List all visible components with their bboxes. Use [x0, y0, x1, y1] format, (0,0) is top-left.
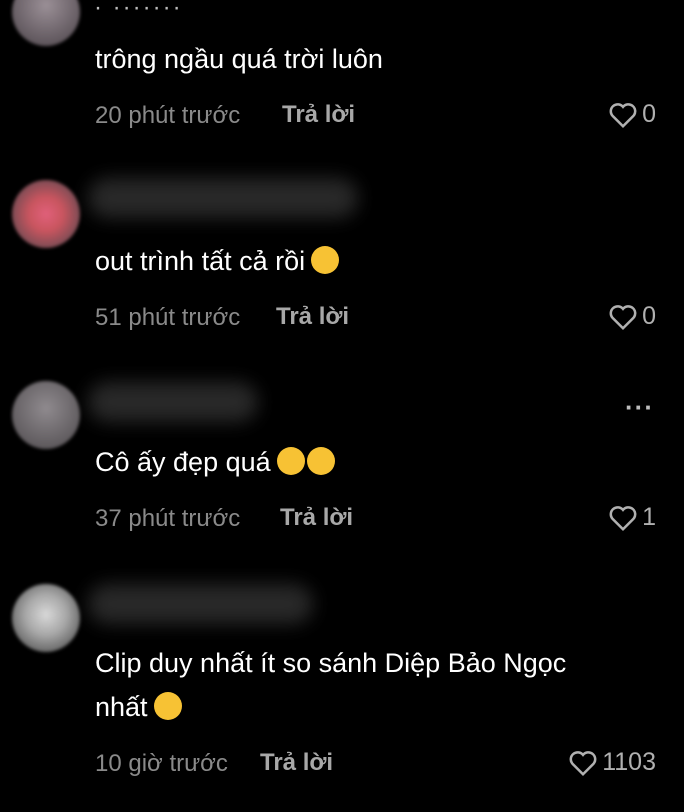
avatar[interactable]	[12, 584, 80, 652]
tears-of-joy-emoji	[153, 692, 182, 720]
like-count: 0	[642, 302, 656, 330]
like-button[interactable]: 1	[608, 503, 656, 532]
comment-text: Cô ấy đẹp quá	[95, 441, 335, 483]
heart-eyes-emoji	[276, 447, 305, 475]
reply-button[interactable]: Trả lời	[276, 303, 349, 331]
heart-icon	[569, 750, 597, 776]
comment-time: 20 phút trước	[95, 102, 241, 129]
like-count: 1	[642, 503, 656, 531]
heart-icon	[609, 304, 637, 330]
like-button[interactable]: 0	[608, 302, 656, 331]
avatar[interactable]	[12, 180, 80, 248]
username[interactable]: · ·······	[94, 0, 183, 22]
grinning-sweat-emoji	[311, 246, 340, 274]
like-count: 1103	[602, 748, 656, 776]
more-options-icon[interactable]: ···	[625, 392, 654, 423]
heart-icon	[609, 505, 637, 531]
comment-text: nhất	[95, 686, 182, 728]
comment-time: 10 giờ trước	[95, 750, 228, 777]
reply-button[interactable]: Trả lời	[260, 749, 333, 777]
reply-button[interactable]: Trả lời	[280, 504, 353, 532]
avatar[interactable]	[12, 0, 80, 46]
username-blurred[interactable]	[88, 382, 258, 422]
like-count: 0	[642, 100, 656, 128]
like-button[interactable]: 1103	[568, 748, 656, 777]
comment-text: out trình tất cả rồi	[95, 240, 340, 282]
heart-icon	[609, 102, 637, 128]
heart-eyes-emoji	[306, 447, 335, 475]
avatar[interactable]	[12, 381, 80, 449]
username-blurred[interactable]	[88, 178, 358, 218]
username-blurred[interactable]	[88, 584, 313, 624]
comment-text: Clip duy nhất ít so sánh Diệp Bảo Ngọc	[95, 648, 567, 678]
comment-time: 37 phút trước	[95, 505, 241, 532]
comment-time: 51 phút trước	[95, 304, 241, 331]
reply-button[interactable]: Trả lời	[282, 101, 355, 129]
comment-text: trông ngầu quá trời luôn	[95, 44, 383, 74]
like-button[interactable]: 0	[608, 100, 656, 129]
